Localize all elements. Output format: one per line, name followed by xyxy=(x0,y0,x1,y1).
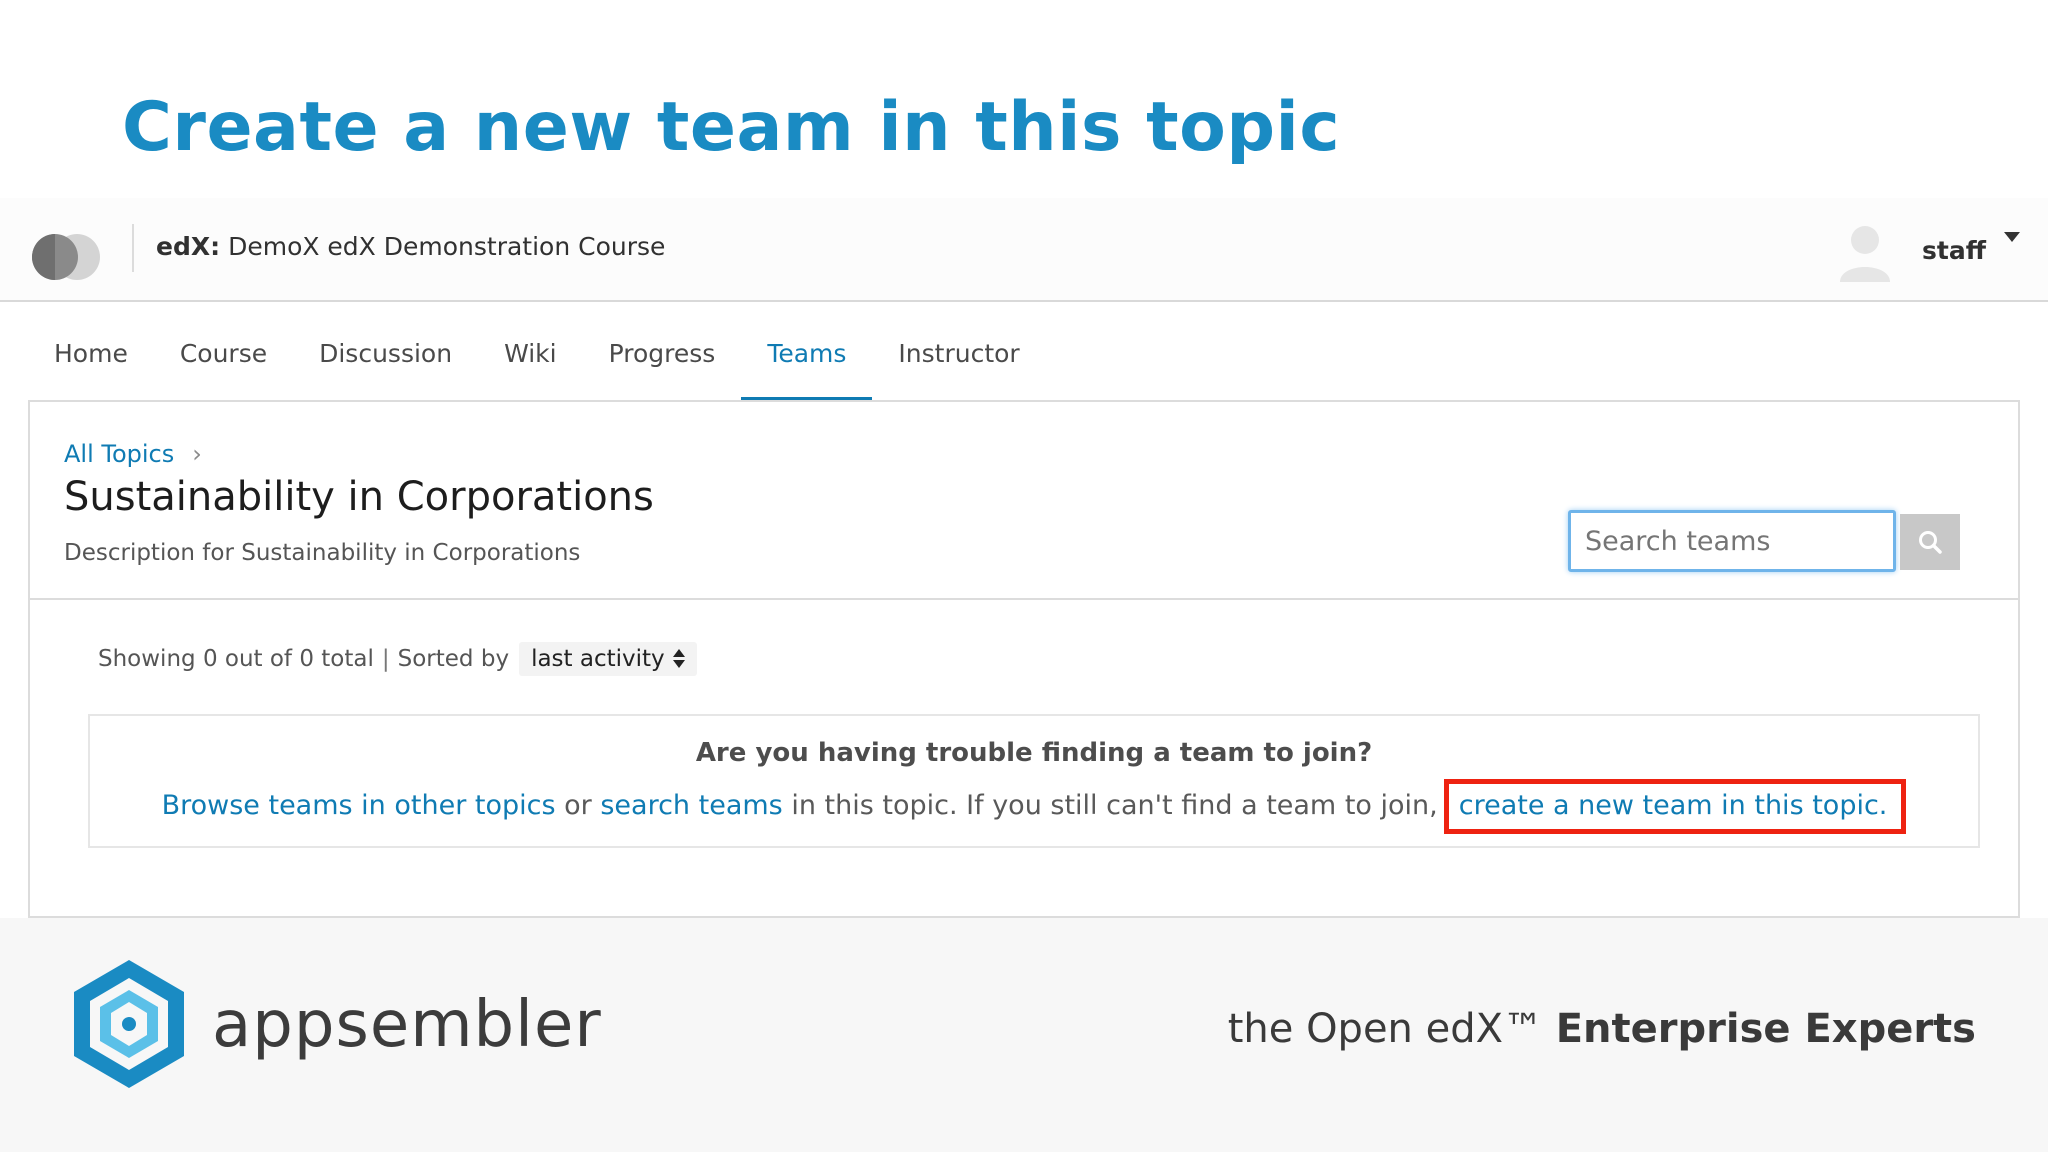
header-divider xyxy=(132,224,134,272)
sort-arrows-icon xyxy=(672,648,685,670)
breadcrumb-all-topics[interactable]: All Topics xyxy=(64,440,174,468)
results-summary: Showing 0 out of 0 total | Sorted by las… xyxy=(98,642,697,676)
sort-value: last activity xyxy=(531,646,665,672)
help-middle-text: in this topic. If you still can't find a… xyxy=(791,790,1438,821)
appsembler-logo-icon xyxy=(74,960,184,1088)
tab-progress[interactable]: Progress xyxy=(583,302,742,402)
search-button[interactable] xyxy=(1900,514,1960,570)
search-teams-link[interactable]: search teams xyxy=(600,790,782,821)
course-name: DemoX edX Demonstration Course xyxy=(228,232,666,261)
course-title: edX: DemoX edX Demonstration Course xyxy=(156,232,665,261)
topic-description: Description for Sustainability in Corpor… xyxy=(64,540,581,566)
course-org: edX: xyxy=(156,232,221,261)
help-text: Browse teams in other topics or search t… xyxy=(90,779,1978,834)
tab-home[interactable]: Home xyxy=(28,302,154,402)
sorted-by-label: Sorted by xyxy=(397,646,510,672)
caret-down-icon[interactable] xyxy=(2004,232,2020,242)
chevron-right-icon: › xyxy=(192,440,202,468)
search-teams-input[interactable] xyxy=(1568,510,1896,572)
tab-instructor[interactable]: Instructor xyxy=(872,302,1045,402)
help-message-box: Are you having trouble finding a team to… xyxy=(88,714,1980,848)
user-avatar-icon[interactable] xyxy=(1836,220,1894,282)
breadcrumb: All Topics › xyxy=(64,440,202,468)
results-count: Showing 0 out of 0 total xyxy=(98,646,374,672)
browse-other-topics-link[interactable]: Browse teams in other topics xyxy=(162,790,556,821)
tab-course[interactable]: Course xyxy=(154,302,293,402)
tab-wiki[interactable]: Wiki xyxy=(478,302,583,402)
tab-teams[interactable]: Teams xyxy=(741,302,873,402)
create-new-team-link[interactable]: create a new team in this topic. xyxy=(1459,790,1888,821)
footer-tagline: the Open edX™ Enterprise Experts xyxy=(1228,1006,1976,1052)
help-or-text: or xyxy=(564,790,592,821)
topic-title: Sustainability in Corporations xyxy=(64,474,654,520)
course-tabs: Home Course Discussion Wiki Progress Tea… xyxy=(28,302,1046,402)
edx-logo-icon[interactable] xyxy=(32,234,102,280)
user-menu-name[interactable]: staff xyxy=(1922,236,1986,265)
course-header: edX: DemoX edX Demonstration Course staf… xyxy=(0,198,2048,302)
tagline-prefix: the Open edX™ xyxy=(1227,1006,1544,1052)
help-question: Are you having trouble finding a team to… xyxy=(695,738,1373,768)
slide-title: Create a new team in this topic xyxy=(122,88,1341,167)
tab-discussion[interactable]: Discussion xyxy=(293,302,478,402)
search-icon xyxy=(1919,531,1942,554)
results-separator: | xyxy=(381,646,390,672)
sort-select[interactable]: last activity xyxy=(519,642,697,676)
teams-main-panel: All Topics › Sustainability in Corporatio… xyxy=(28,400,2020,918)
brand-name: appsembler xyxy=(212,988,602,1062)
tagline-bold: Enterprise Experts xyxy=(1555,1006,1976,1052)
create-team-highlight: create a new team in this topic. xyxy=(1443,779,1907,834)
topic-header: All Topics › Sustainability in Corporatio… xyxy=(30,402,2018,600)
